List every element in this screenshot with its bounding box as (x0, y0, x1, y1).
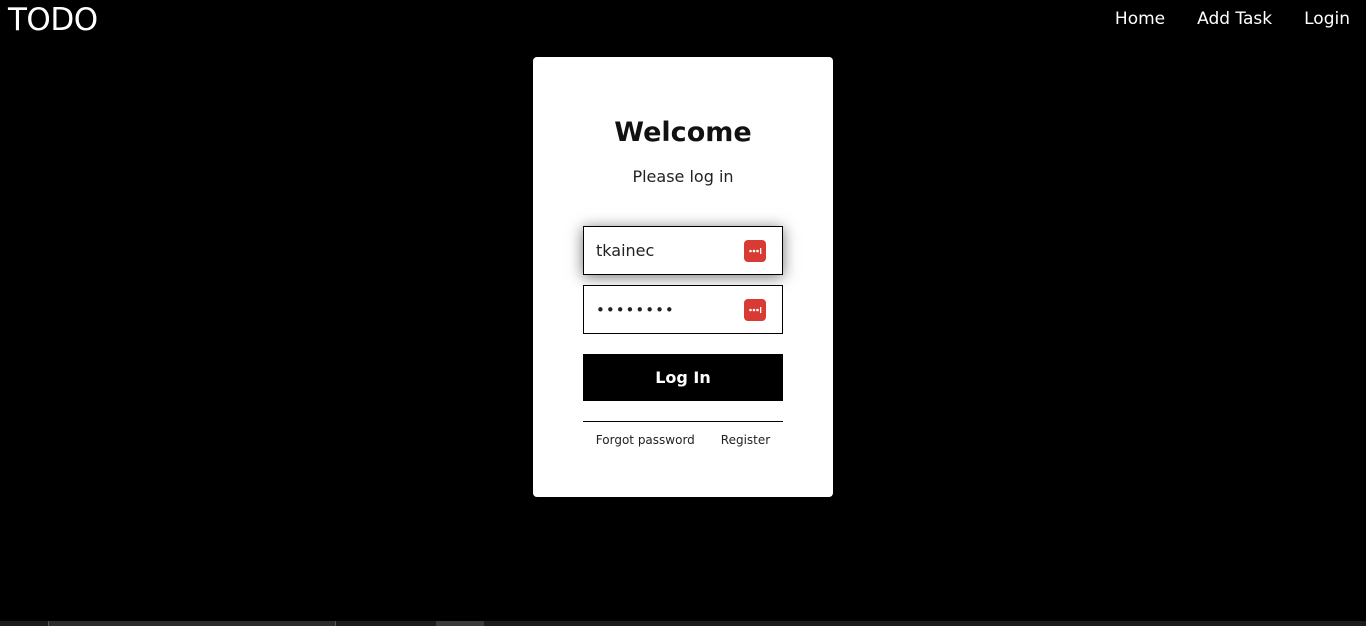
top-navbar: TODO Home Add Task Login (0, 0, 1366, 40)
login-title: Welcome (614, 117, 752, 148)
nav-link-login[interactable]: Login (1304, 9, 1350, 29)
nav-links: Home Add Task Login (1115, 9, 1350, 29)
password-manager-icon[interactable] (744, 240, 766, 262)
divider (583, 421, 783, 422)
nav-link-add-task[interactable]: Add Task (1197, 9, 1272, 29)
forgot-password-link[interactable]: Forgot password (596, 433, 695, 447)
auth-links: Forgot password Register (583, 433, 783, 447)
login-subtitle: Please log in (632, 167, 734, 186)
register-link[interactable]: Register (721, 433, 770, 447)
nav-link-home[interactable]: Home (1115, 9, 1165, 29)
os-taskbar-edge (0, 621, 1366, 626)
password-manager-icon[interactable] (744, 299, 766, 321)
password-field-wrapper (583, 285, 783, 334)
taskbar-item[interactable] (436, 621, 484, 626)
login-card: Welcome Please log in Log In Forgot pas (533, 57, 833, 497)
login-button[interactable]: Log In (583, 354, 783, 401)
taskbar-item[interactable] (48, 621, 336, 626)
username-field-wrapper (583, 226, 783, 275)
brand-logo[interactable]: TODO (8, 2, 98, 38)
